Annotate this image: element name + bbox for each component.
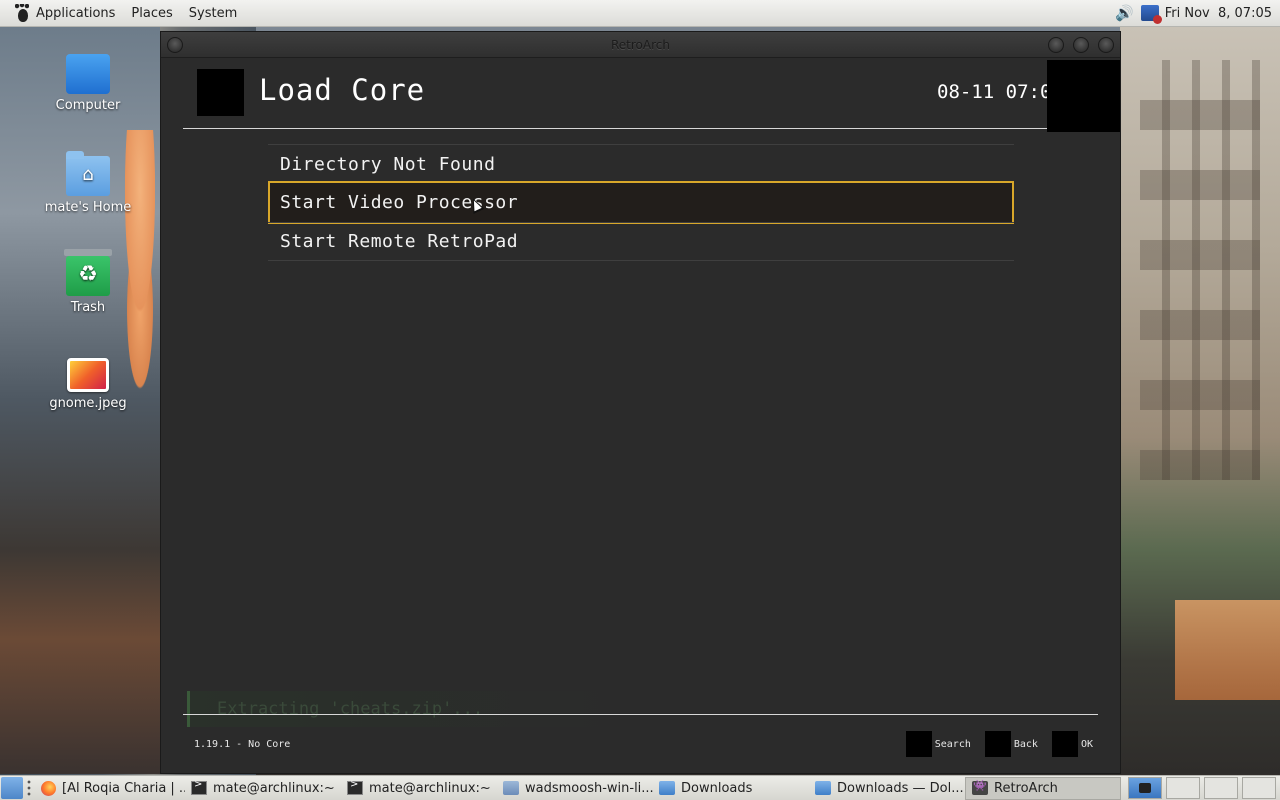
workspace-switcher: [1128, 777, 1280, 799]
system-menu[interactable]: System: [181, 0, 245, 26]
task-item-terminal-1[interactable]: mate@archlinux:~: [185, 777, 341, 800]
page-title: Load Core: [259, 73, 426, 107]
gnome-foot-icon: [12, 3, 32, 23]
workspace-4[interactable]: [1242, 777, 1276, 799]
applications-menu[interactable]: Applications: [0, 0, 123, 26]
task-item-firefox[interactable]: [Al Roqia Charia | ...: [35, 777, 185, 800]
retroarch-window: RetroArch Load Core 08-11 07:05 Director…: [160, 31, 1121, 774]
retroarch-content: Load Core 08-11 07:05 Directory Not Foun…: [161, 59, 1120, 773]
menu-item-label: Start Remote RetroPad: [280, 231, 519, 252]
document-icon: [503, 781, 519, 795]
applications-menu-label: Applications: [36, 5, 116, 21]
footer-divider: [183, 714, 1098, 715]
desktop-icon-label: Computer: [55, 98, 121, 113]
maximize-icon[interactable]: [1073, 37, 1089, 53]
menu-item-label: Directory Not Found: [280, 153, 496, 175]
footer-buttons: Search Back OK: [892, 731, 1093, 757]
search-button-label: Search: [934, 738, 971, 750]
task-item-retroarch[interactable]: RetroArch: [965, 776, 1121, 800]
window-title: RetroArch: [611, 37, 670, 52]
task-item-label: RetroArch: [994, 780, 1058, 796]
panel-tray: 🔊 Fri Nov 8, 07:05: [1115, 4, 1280, 24]
window-menu-icon[interactable]: [167, 37, 183, 53]
firefox-icon: [41, 780, 56, 796]
workspace-1[interactable]: [1128, 777, 1162, 799]
task-item-label: Downloads: [681, 780, 753, 796]
home-folder-icon: [66, 151, 110, 196]
desktop-icon-label: Trash: [70, 300, 106, 315]
minimize-icon[interactable]: [1048, 37, 1064, 53]
desktop-icon-home[interactable]: mate's Home: [38, 151, 138, 215]
ok-icon: [1051, 731, 1078, 757]
system-menu-label: System: [188, 5, 238, 21]
search-icon: [905, 731, 932, 757]
task-item-label: Downloads — Dol...: [837, 780, 964, 796]
panel-menu-bar: Applications Places System: [0, 0, 245, 26]
workspace-2[interactable]: [1166, 777, 1200, 799]
menu-item-directory-not-found[interactable]: Directory Not Found: [268, 144, 1014, 183]
window-titlebar[interactable]: RetroArch: [161, 32, 1120, 58]
task-item-label: wadsmoosh-win-li...: [525, 780, 653, 796]
trash-icon: [64, 249, 112, 296]
back-icon: [984, 731, 1011, 757]
back-button[interactable]: Back: [984, 731, 1038, 757]
wallpaper-shop-front: [1175, 600, 1280, 700]
core-menu-list: Directory Not Found Start Video Processo…: [268, 144, 1014, 261]
folder-icon: [659, 781, 675, 795]
menu-item-start-remote-retropad[interactable]: Start Remote RetroPad: [268, 222, 1014, 261]
back-button-label: Back: [1013, 738, 1038, 750]
desktop-icon-gnome-jpeg[interactable]: gnome.jpeg: [38, 358, 138, 411]
task-item-terminal-2[interactable]: mate@archlinux:~: [341, 777, 497, 800]
places-menu-label: Places: [131, 5, 173, 21]
task-item-label: mate@archlinux:~: [369, 780, 491, 796]
bottom-taskbar: [Al Roqia Charia | ... mate@archlinux:~ …: [0, 775, 1280, 800]
task-item-wadsmoosh[interactable]: wadsmoosh-win-li...: [497, 777, 653, 800]
wallpaper-building-windows: [1140, 60, 1260, 480]
task-item-label: [Al Roqia Charia | ...: [62, 780, 185, 796]
header-divider: [183, 128, 1047, 129]
ok-button[interactable]: OK: [1051, 731, 1093, 757]
terminal-icon: [191, 779, 207, 795]
volume-icon[interactable]: 🔊: [1115, 4, 1135, 22]
menu-header-icon: [197, 69, 244, 116]
taskbar-handle[interactable]: [26, 779, 32, 797]
places-menu[interactable]: Places: [123, 0, 180, 26]
panel-clock[interactable]: Fri Nov 8, 07:05: [1165, 6, 1272, 21]
task-item-label: mate@archlinux:~: [213, 780, 335, 796]
version-label: 1.19.1 - No Core: [194, 739, 291, 750]
retroarch-icon: [972, 779, 988, 795]
desktop-icon-trash[interactable]: Trash: [38, 249, 138, 315]
battery-icon: [1047, 60, 1120, 132]
desktop-icon-label: mate's Home: [44, 200, 132, 215]
show-desktop-button[interactable]: [1, 777, 23, 799]
desktop-icon-label: gnome.jpeg: [49, 396, 127, 411]
computer-icon: [66, 54, 110, 94]
ok-button-label: OK: [1080, 738, 1093, 750]
task-item-downloads[interactable]: Downloads: [653, 777, 809, 800]
terminal-icon: [347, 779, 363, 795]
desktop-icon-computer[interactable]: Computer: [38, 54, 138, 113]
close-icon[interactable]: [1098, 37, 1114, 53]
menu-item-start-video-processor[interactable]: Start Video Processor: [268, 181, 1014, 224]
notification-text: Extracting 'cheats.zip'...: [217, 699, 484, 719]
task-item-downloads-dolphin[interactable]: Downloads — Dol...: [809, 777, 965, 800]
top-panel: Applications Places System 🔊 Fri Nov 8, …: [0, 0, 1280, 27]
folder-icon: [815, 781, 831, 795]
network-icon[interactable]: [1140, 5, 1162, 24]
search-button[interactable]: Search: [905, 731, 971, 757]
retroarch-clock: 08-11 07:05: [937, 81, 1063, 103]
workspace-3[interactable]: [1204, 777, 1238, 799]
image-file-icon: [67, 358, 109, 392]
menu-item-label: Start Video Processor: [280, 192, 519, 213]
